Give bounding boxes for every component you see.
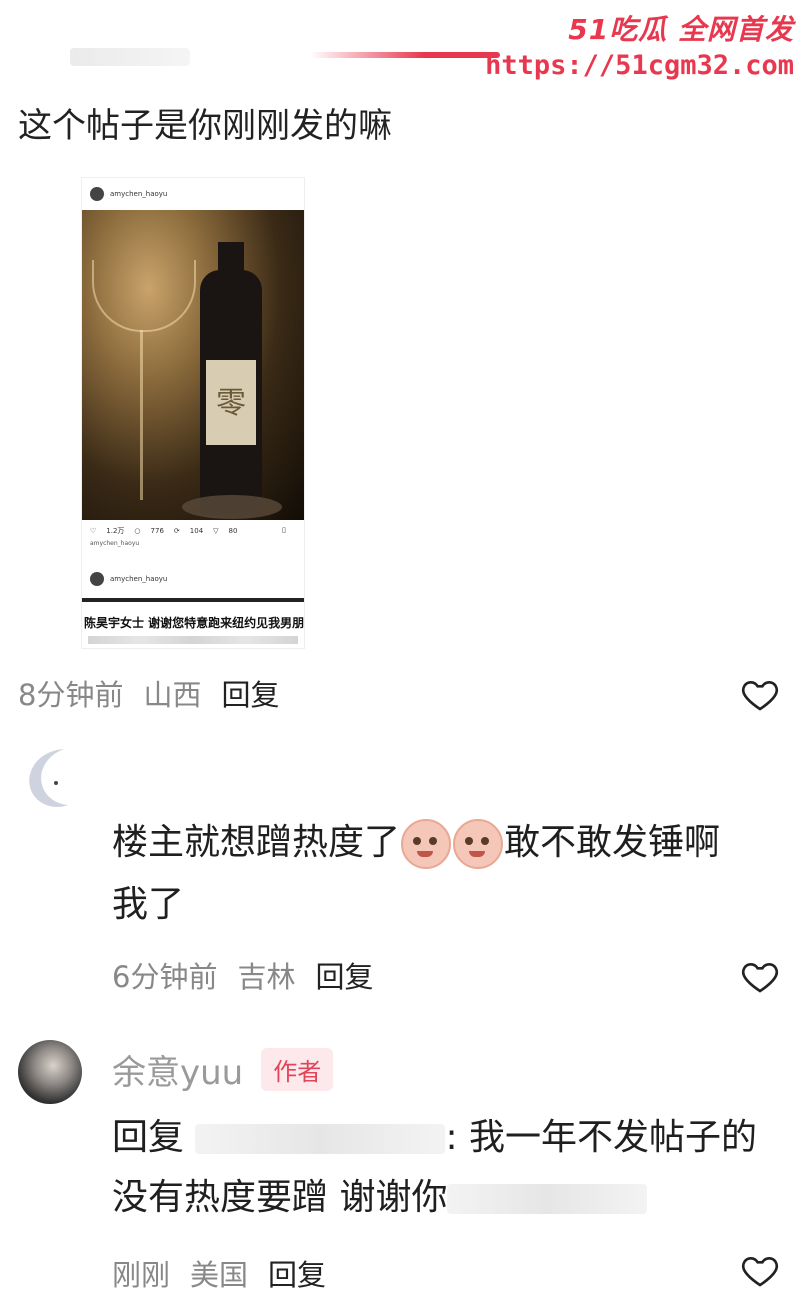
post-text: 这个帖子是你刚刚发的嘛	[18, 106, 392, 146]
screenshot-share-count: 80	[228, 527, 238, 535]
screenshot-avatar-2	[90, 572, 104, 586]
screenshot-header-2: amychen_haoyu	[90, 572, 167, 586]
screenshot-comment-icon: ○	[134, 527, 141, 535]
comment-2-location: 吉林	[237, 960, 296, 994]
author-name[interactable]: 余意yuu	[112, 1045, 243, 1094]
screenshot-username-2: amychen_haoyu	[110, 575, 168, 583]
comment-3-reply-button[interactable]: 回复	[268, 1252, 326, 1294]
bottle-label: 零	[206, 360, 256, 445]
embedded-screenshot[interactable]: amychen_haoyu 零 ♡ 1.2万 ○ 776 ⟳ 104 ▽ 80 ▯ am…	[82, 178, 304, 648]
post-time: 8分钟前	[18, 678, 124, 712]
comment-3-line2: 没有热度要蹭 谢谢你	[112, 1177, 448, 1218]
emoji-icon	[453, 819, 504, 869]
post-location: 山西	[143, 678, 202, 712]
comment-3-meta: 刚刚 美国 回复	[112, 1252, 326, 1294]
comment-2-time: 6分钟前	[112, 960, 218, 994]
screenshot-comment-count: 776	[150, 527, 164, 535]
comment-2-like-icon[interactable]	[740, 956, 780, 996]
redacted-text	[447, 1184, 648, 1214]
screenshot-caption: amychen_haoyu	[90, 540, 140, 547]
comment-2-line2: 我了	[112, 884, 185, 925]
comment-2-reply-button[interactable]: 回复	[315, 954, 373, 996]
screenshot-bottom-text: 陈昊宇女士 谢谢您特意跑来纽约见我男朋友	[84, 616, 304, 630]
faded-username	[70, 48, 190, 66]
comment-3-reply-prefix: 回复	[112, 1117, 185, 1158]
comment-3-text: 回复 : 我一年不发帖子的 没有热度要蹭 谢谢你	[112, 1108, 800, 1228]
screenshot-header: amychen_haoyu	[90, 184, 167, 204]
screenshot-actions: ♡ 1.2万 ○ 776 ⟳ 104 ▽ 80 ▯	[90, 526, 286, 536]
screenshot-photo: 零	[82, 210, 304, 520]
screenshot-username: amychen_haoyu	[110, 190, 168, 198]
screenshot-like-icon: ♡	[90, 527, 97, 535]
comment-3-time: 刚刚	[112, 1258, 171, 1292]
screenshot-separator	[82, 598, 304, 602]
watermark-url: https://51cgm32.com	[485, 50, 794, 81]
screenshot-repost-count: 104	[189, 527, 204, 535]
author-avatar[interactable]	[18, 1040, 82, 1104]
screenshot-repost-icon: ⟳	[173, 527, 180, 535]
watermark-brand: 51吃瓜 全网首发	[568, 13, 794, 46]
screenshot-avatar	[90, 187, 104, 201]
screenshot-like-count: 1.2万	[106, 527, 125, 535]
coaster	[182, 495, 282, 519]
wine-glass-stem	[140, 330, 143, 500]
screenshot-share-icon: ▽	[213, 527, 219, 535]
screenshot-bookmark-icon: ▯	[282, 526, 286, 534]
comment-2-line1-after: 敢不敢发锤啊	[504, 822, 721, 863]
post-reply-button[interactable]: 回复	[221, 672, 279, 714]
watermark: 51吃瓜 全网首发 https://51cgm32.com	[485, 8, 794, 81]
comment-3-like-icon[interactable]	[740, 1250, 780, 1290]
watermark-bar	[310, 52, 500, 58]
comment-2-text: 楼主就想蹭热度了 敢不敢发锤啊 我了	[112, 812, 800, 936]
comment-2-line1: 楼主就想蹭热度了	[112, 822, 401, 863]
emoji-icon	[401, 819, 452, 869]
comment-2-meta: 6分钟前 吉林 回复	[112, 954, 373, 996]
commenter-avatar-moon[interactable]	[18, 743, 78, 813]
wine-glass	[92, 260, 196, 332]
comment-3-location: 美国	[190, 1258, 249, 1292]
author-badge: 作者	[261, 1048, 334, 1091]
post-like-icon[interactable]	[740, 674, 780, 714]
author-row: 余意yuu 作者	[112, 1045, 334, 1094]
redacted-username	[195, 1124, 446, 1154]
comment-3-text-part: : 我一年不发帖子的	[445, 1117, 758, 1158]
screenshot-blurred-text	[88, 636, 298, 644]
post-meta: 8分钟前 山西 回复	[18, 672, 279, 714]
